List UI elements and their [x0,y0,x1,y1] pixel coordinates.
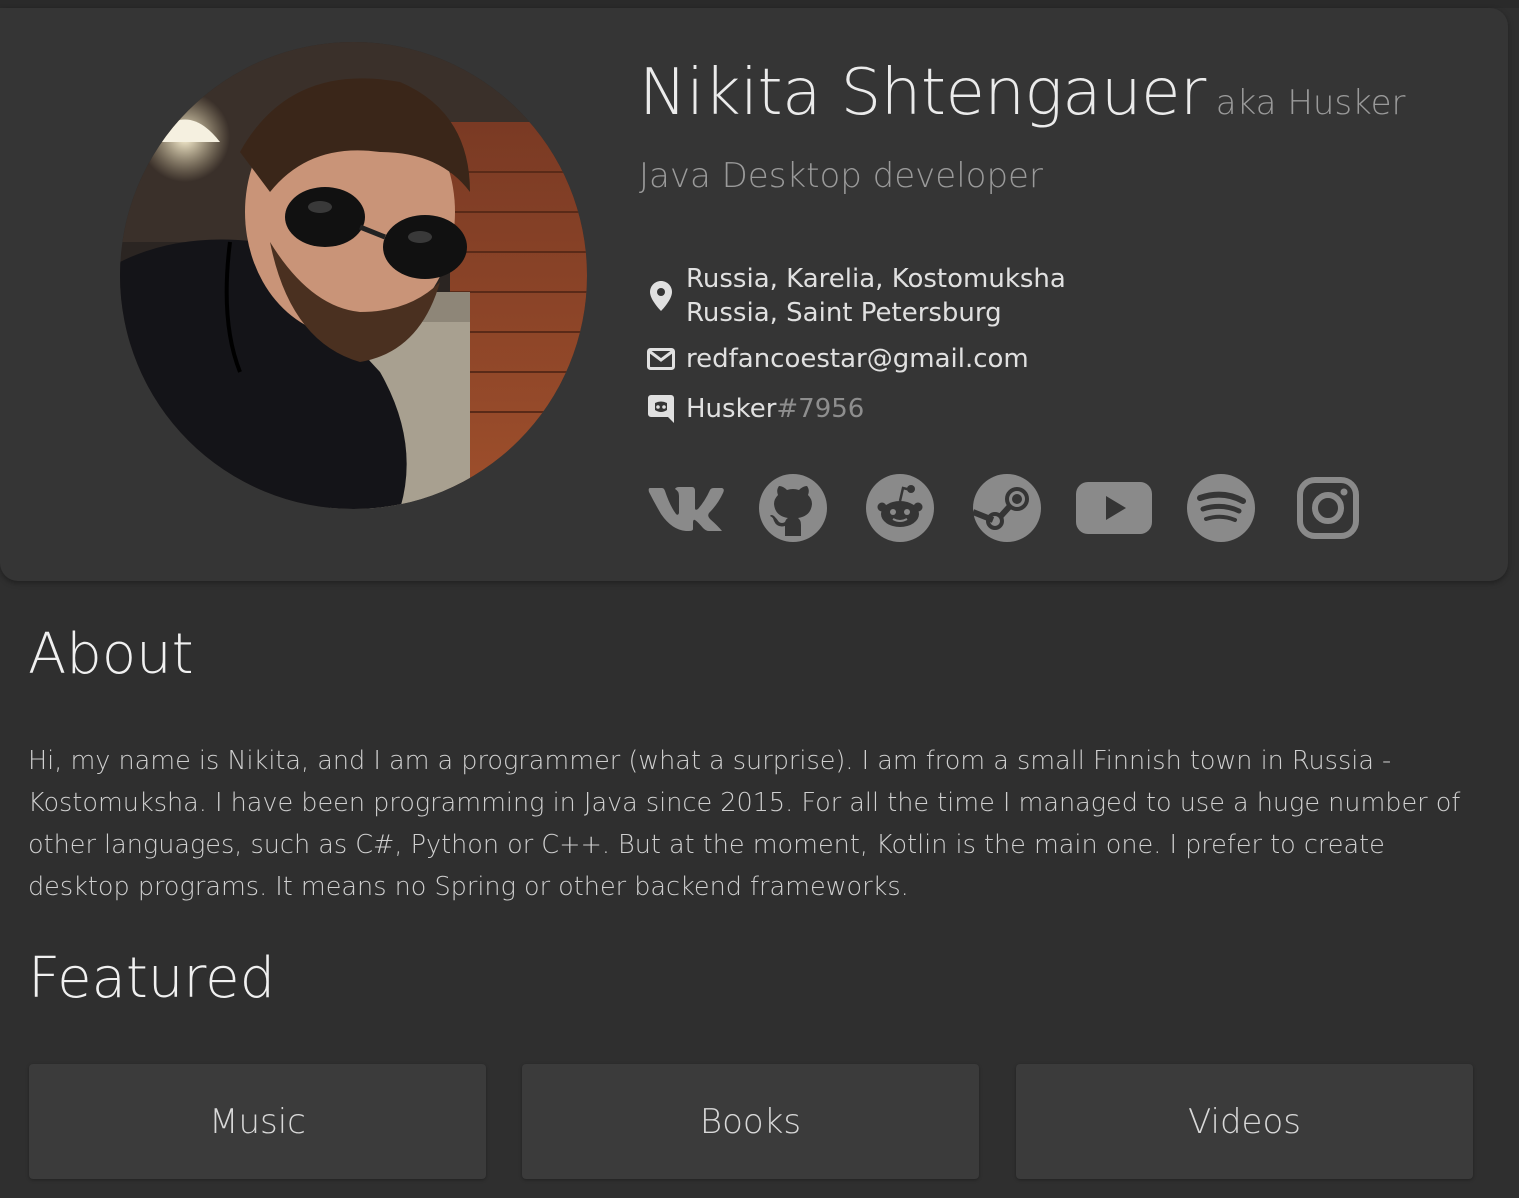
featured-card-music[interactable]: Music [29,1064,486,1179]
profile-name: Nikita Shtengauer [639,56,1206,130]
email-row[interactable]: redfancoestar@gmail.com [646,344,1029,374]
discord-row: Husker #7956 [646,394,864,424]
discord-icon [646,394,676,424]
profile-aka: aka Husker [1215,83,1406,123]
spotify-icon[interactable] [1181,474,1261,542]
featured-heading: Featured [28,946,276,1011]
location-row: Russia, Karelia, Kostomuksha Russia, Sai… [646,262,1066,330]
location-line: Russia, Saint Petersburg [686,298,1002,328]
location-line: Russia, Karelia, Kostomuksha [686,264,1066,294]
mail-icon [646,344,676,374]
name-row: Nikita Shtengauer aka Husker [639,56,1406,130]
profile-card: Nikita Shtengauer aka Husker Java Desktop… [0,8,1508,581]
reddit-icon[interactable] [860,474,940,542]
featured-card-books[interactable]: Books [522,1064,979,1179]
avatar [120,42,587,509]
profile-role: Java Desktop developer [639,156,1043,196]
discord-username: Husker [686,394,777,424]
email-link[interactable]: redfancoestar@gmail.com [686,344,1029,374]
instagram-icon[interactable] [1288,474,1368,542]
steam-icon[interactable] [967,474,1047,542]
about-heading: About [28,622,194,687]
youtube-icon[interactable] [1074,474,1154,542]
about-text: Hi, my name is Nikita, and I am a progra… [28,746,1461,902]
discord-tag: #7956 [776,394,865,424]
github-icon[interactable] [753,474,833,542]
social-links [646,474,1395,542]
map-pin-icon [646,281,676,311]
vk-icon[interactable] [646,474,726,542]
featured-card-videos[interactable]: Videos [1016,1064,1473,1179]
top-strip [0,0,1519,8]
